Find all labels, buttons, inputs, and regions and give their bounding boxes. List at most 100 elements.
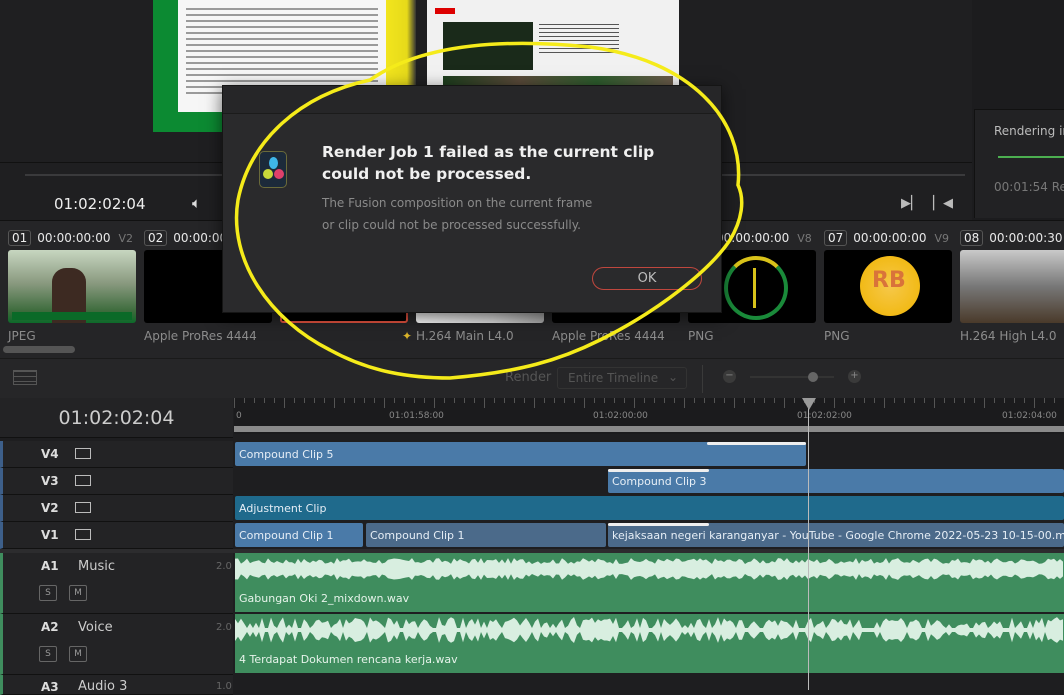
- ruler-tick: [234, 398, 235, 408]
- ruler-range-bar: [234, 426, 1064, 432]
- solo-button[interactable]: S: [39, 646, 57, 662]
- playhead[interactable]: [808, 408, 809, 690]
- render-status: Rendering in: [994, 124, 1064, 138]
- ruler-tick: [714, 398, 715, 403]
- ruler-tick: [624, 398, 625, 403]
- track-name: A1: [41, 559, 59, 573]
- ruler-tick: [914, 398, 915, 403]
- track-label: Audio 3: [78, 679, 128, 694]
- ruler-tick: [674, 398, 675, 403]
- track-header-v2[interactable]: V2: [0, 495, 233, 522]
- track-header-v1[interactable]: V1: [0, 522, 233, 549]
- track-name: A2: [41, 620, 59, 634]
- timeline-clip-youtube-mp4[interactable]: kejaksaan negeri karanganyar - YouTube -…: [608, 523, 1064, 547]
- playhead-handle[interactable]: [802, 398, 816, 410]
- ruler-tick: [574, 398, 575, 403]
- clip-label: Adjustment Clip: [239, 502, 327, 515]
- timeline-ruler[interactable]: 0 01:01:58:00 01:02:00:00 01:02:02:00 01…: [234, 398, 1064, 434]
- clip-index: 07: [824, 230, 848, 246]
- track-header-a3[interactable]: A3 Audio 3 1.0: [0, 675, 233, 695]
- track-label: Music: [78, 559, 115, 574]
- clip-label: 4 Terdapat Dokumen rencana kerja.wav: [239, 653, 458, 666]
- ruler-tick: [524, 398, 525, 403]
- film-icon: [75, 529, 91, 540]
- zoom-slider[interactable]: [750, 376, 834, 378]
- render-label: Render: [505, 370, 552, 385]
- film-icon: [75, 475, 91, 486]
- timeline-clip-compound-1a[interactable]: Compound Clip 1: [235, 523, 363, 547]
- ruler-tick: [1004, 398, 1005, 403]
- ruler-tick: [564, 398, 565, 403]
- render-range-dropdown[interactable]: Entire Timeline ⌄: [557, 367, 687, 389]
- timeline-audio-clip-music[interactable]: Gabungan Oki 2_mixdown.wav: [235, 553, 1064, 612]
- clips-scrollbar[interactable]: [3, 346, 75, 353]
- clip-codec: JPEG: [8, 329, 36, 343]
- ruler-tick: [1054, 398, 1055, 403]
- ruler-tick: [654, 398, 655, 403]
- render-panel-header: [974, 0, 1064, 110]
- ok-button[interactable]: OK: [592, 267, 702, 290]
- ruler-tick: [694, 398, 695, 403]
- viewer-frame-youtube-screenshot: [427, 0, 679, 86]
- timeline-view-options-icon[interactable]: [13, 370, 37, 385]
- ruler-tick: [1014, 398, 1015, 403]
- ruler-tick: [434, 398, 435, 408]
- ruler-tick: [384, 398, 385, 408]
- clip-codec: H.264 Main L4.0: [416, 329, 514, 343]
- ruler-tick: [504, 398, 505, 403]
- ruler-tick: [664, 398, 665, 403]
- ruler-tick: [754, 398, 755, 403]
- clip-codec: Apple ProRes 4444: [552, 329, 665, 343]
- ruler-tick: [834, 398, 835, 408]
- go-to-start-icon[interactable]: ▏◀: [933, 196, 953, 211]
- zoom-out-icon[interactable]: −: [723, 370, 736, 383]
- ruler-tick: [444, 398, 445, 403]
- clip-fusion-bar: [608, 469, 709, 472]
- ruler-tick: [304, 398, 305, 403]
- track-header-a2[interactable]: A2 Voice 2.0 S M: [0, 614, 233, 675]
- timeline-clip-compound-5[interactable]: Compound Clip 5: [235, 442, 806, 466]
- ruler-tick: [954, 398, 955, 403]
- ruler-tick: [344, 398, 345, 403]
- ruler-tick: [1034, 398, 1035, 408]
- clip-thumbnail: RB: [824, 250, 952, 323]
- ruler-tick: [364, 398, 365, 403]
- ruler-tick: [824, 398, 825, 403]
- film-icon: [75, 502, 91, 513]
- ruler-label: 01:01:58:00: [389, 411, 444, 421]
- clip-index: 01: [8, 230, 32, 246]
- clip-07[interactable]: 07 00:00:00:00 V9 RB PNG: [824, 229, 960, 343]
- film-icon: [75, 448, 91, 459]
- ruler-tick: [554, 398, 555, 403]
- ruler-tick: [314, 398, 315, 403]
- solo-button[interactable]: S: [39, 585, 57, 601]
- timeline-clip-compound-3[interactable]: Compound Clip 3: [608, 469, 1064, 493]
- ruler-tick: [474, 398, 475, 403]
- clip-08[interactable]: 08 00:00:00:30 H.264 High L4.0: [960, 229, 1064, 343]
- timeline-audio-clip-voice[interactable]: 4 Terdapat Dokumen rencana kerja.wav: [235, 614, 1064, 673]
- dialog-message-line1: The Fusion composition on the current fr…: [322, 196, 593, 210]
- ruler-tick: [764, 398, 765, 403]
- ruler-tick: [484, 398, 485, 408]
- ruler-tick: [264, 398, 265, 403]
- next-frame-icon[interactable]: ▶▏: [901, 196, 921, 211]
- track-header-v4[interactable]: V4: [0, 441, 233, 468]
- timeline-clip-compound-1b[interactable]: Compound Clip 1: [366, 523, 606, 547]
- clip-01[interactable]: 01 00:00:00:00 V2 JPEG: [8, 229, 144, 343]
- track-header-v3[interactable]: V3: [0, 468, 233, 495]
- zoom-slider-handle[interactable]: [808, 372, 818, 382]
- mute-button[interactable]: M: [69, 646, 87, 662]
- track-name: V1: [41, 528, 59, 542]
- track-name: V2: [41, 501, 59, 515]
- timeline-toolbar: Render Entire Timeline ⌄ − +: [0, 358, 1064, 398]
- ruler-tick: [284, 398, 285, 408]
- track-header-a1[interactable]: A1 Music 2.0 S M: [0, 553, 233, 614]
- timeline-clip-adjustment[interactable]: Adjustment Clip: [235, 496, 1064, 520]
- ruler-tick: [544, 398, 545, 403]
- clip-label: Compound Clip 1: [370, 529, 465, 542]
- ruler-tick: [534, 398, 535, 408]
- mute-button[interactable]: M: [69, 585, 87, 601]
- speaker-icon[interactable]: 🔈︎: [192, 194, 201, 212]
- zoom-in-icon[interactable]: +: [848, 370, 861, 383]
- timeline-timecode: 01:02:02:04: [58, 407, 175, 429]
